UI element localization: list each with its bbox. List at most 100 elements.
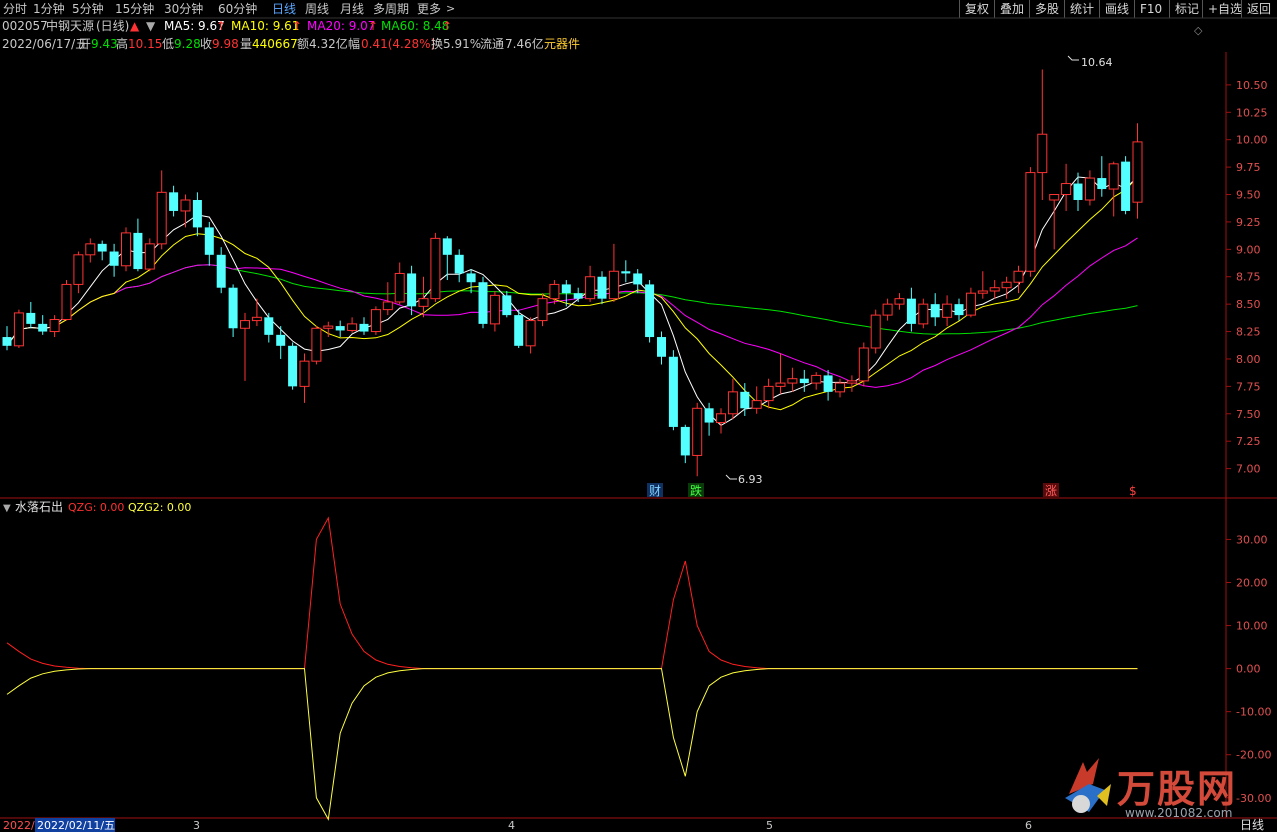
price-tick-label: 10.50 [1236, 79, 1268, 92]
cai-marker[interactable]: 财 [649, 484, 661, 498]
candle-body [561, 284, 571, 294]
candle-body [38, 323, 48, 332]
indicator-tick-label: 20.00 [1236, 577, 1268, 590]
candle-body [775, 382, 786, 387]
candle-body [61, 283, 72, 320]
candle-body [382, 301, 393, 311]
indicator-tick-label: -10.00 [1236, 706, 1271, 719]
candle-body [882, 303, 893, 316]
indicator-collapse-icon[interactable]: ▼ [3, 503, 11, 514]
candle-body [657, 337, 666, 357]
price-tick-label: 8.25 [1236, 326, 1261, 339]
candle-body [299, 360, 310, 387]
candle-body [668, 356, 678, 427]
month-label-4: 4 [508, 819, 515, 832]
candle-body [621, 271, 631, 274]
candle-body [26, 312, 36, 324]
candle-body [1084, 177, 1095, 201]
indicator-tick-label: 0.00 [1236, 663, 1261, 676]
candle-body [906, 298, 916, 324]
candle-body [502, 295, 512, 316]
candle-body [870, 314, 881, 349]
candle-body [680, 426, 690, 456]
candle-body [478, 282, 488, 324]
price-tick-label: 9.00 [1236, 243, 1261, 256]
high-annotation: 10.64 [1081, 56, 1113, 69]
candle-body [597, 276, 607, 299]
candle-body [2, 337, 12, 346]
candle-body [276, 334, 286, 346]
candle-body [1049, 194, 1060, 201]
candle-body [751, 400, 762, 409]
price-tick-label: 9.75 [1236, 161, 1261, 174]
indicator-name: 水落石出 [15, 500, 63, 514]
candle-body [1061, 183, 1072, 196]
candle-body [454, 254, 464, 274]
candle-body [692, 407, 703, 456]
zhang-marker[interactable]: 涨 [1045, 483, 1057, 498]
watermark-sub: www.201082.com [1125, 806, 1233, 820]
candle-body [1108, 163, 1119, 190]
price-tick-label: 8.50 [1236, 298, 1261, 311]
watermark-main: 万股网 [1117, 767, 1238, 811]
candle-body [251, 316, 262, 322]
candle-body [1097, 178, 1107, 190]
candle-body [549, 283, 560, 300]
candle-body [442, 238, 452, 255]
candle-body [954, 304, 964, 316]
watermark-logo: 万股网 www.201082.com [1055, 752, 1255, 822]
candle-body [489, 294, 500, 325]
price-tick-label: 7.25 [1236, 435, 1261, 448]
candle-body [965, 292, 976, 316]
qzg-line [6, 516, 1138, 670]
candle-body [109, 251, 119, 266]
candle-body [894, 298, 905, 305]
date-axis-cursor-label: 2022/02/11/五 [37, 819, 115, 832]
indicator-legend: ▼ 水落石出 QZG: 0.00 QZG2: 0.00 [3, 500, 191, 514]
candle-body [335, 326, 345, 331]
candle-body [133, 232, 143, 270]
candle-body [1037, 133, 1048, 174]
candle-body [288, 345, 298, 387]
candle-body [418, 298, 429, 307]
indicator-tick-label: 10.00 [1236, 620, 1268, 633]
candle-body [121, 232, 131, 267]
candle-body [240, 320, 250, 329]
die-marker[interactable]: 跌 [690, 483, 702, 498]
price-annotations: 10.64 6.93 [725, 55, 1113, 486]
event-markers: 财 跌 涨 $ ◇ [647, 24, 1203, 498]
candle-body [204, 227, 214, 255]
dollar-marker[interactable]: $ [1129, 484, 1137, 498]
candle-body [645, 284, 655, 338]
candle-body [989, 287, 1000, 292]
candle-body [835, 382, 845, 393]
candle-body [407, 273, 417, 307]
high-pointer [1067, 55, 1079, 61]
candle-body [1073, 183, 1083, 200]
candle-body [156, 191, 167, 245]
candle-body [977, 290, 988, 294]
candle-body [858, 347, 869, 382]
candle-body [264, 317, 274, 335]
candle-body [514, 315, 524, 346]
candle-body [704, 408, 714, 423]
chart-frame [0, 17, 1277, 819]
candle-body [323, 325, 334, 329]
candle-body [1025, 172, 1036, 272]
price-tick-label: 8.00 [1236, 353, 1261, 366]
price-tick-label: 7.75 [1236, 380, 1261, 393]
diamond-icon[interactable]: ◇ [1194, 24, 1203, 37]
stock-chart[interactable]: 7.00 7.25 7.50 7.75 8.00 8.25 8.50 8.75 9.00 9.25… [0, 0, 1277, 832]
candle-body [585, 276, 596, 300]
price-tick-label: 10.00 [1236, 134, 1268, 147]
candle-body [370, 309, 381, 333]
candle-body [13, 312, 24, 347]
low-annotation: 6.93 [738, 473, 763, 486]
candle-body [763, 385, 774, 402]
candlesticks [2, 69, 1143, 477]
candle-body [180, 199, 191, 212]
month-label-5: 5 [766, 819, 773, 832]
price-tick-label: 7.00 [1236, 463, 1261, 476]
qzg2-line [6, 668, 1138, 821]
candle-body [525, 320, 536, 347]
